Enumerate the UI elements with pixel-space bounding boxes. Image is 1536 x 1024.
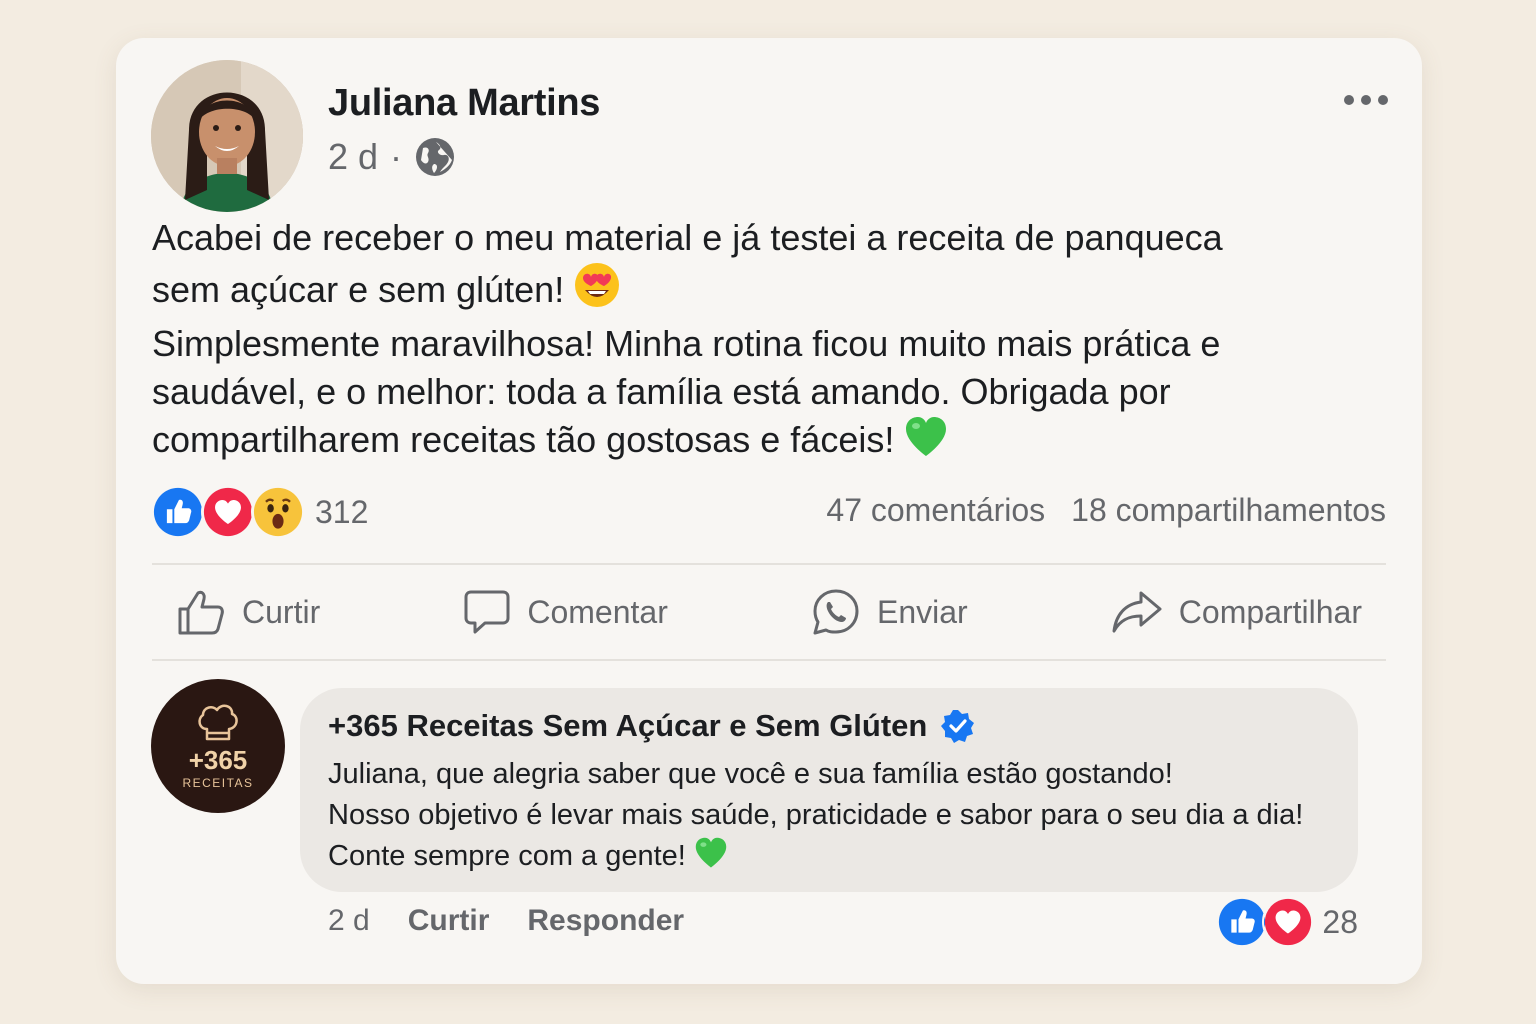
author-photo (151, 60, 303, 212)
post-line: sem açúcar e sem glúten! (152, 269, 565, 310)
share-arrow-icon (1112, 591, 1162, 633)
meta-separator: · (390, 136, 403, 177)
comment-author-row: +365 Receitas Sem Açúcar e Sem Glúten (328, 708, 975, 744)
speech-bubble-icon (464, 590, 510, 634)
reaction-count: 312 (315, 493, 369, 530)
post-line: Acabei de receber o meu material e já te… (152, 217, 1223, 258)
comment-bubble: +365 Receitas Sem Açúcar e Sem Glúten Ju… (300, 688, 1358, 892)
share-label: Compartilhar (1178, 593, 1362, 630)
post-card: Juliana Martins 2 d · Acabei de receber … (116, 38, 1422, 984)
page-avatar-number: +365 (188, 744, 248, 775)
comment-label: Comentar (527, 593, 668, 630)
thumbs-up-icon (178, 590, 224, 635)
like-button[interactable]: Curtir (152, 587, 344, 637)
like-reaction-icon (151, 485, 205, 539)
more-options-icon[interactable] (1344, 90, 1388, 110)
whatsapp-icon (813, 589, 859, 635)
comment-button[interactable]: Comentar (439, 588, 692, 636)
like-reaction-icon (1216, 896, 1269, 948)
share-button[interactable]: Compartilhar (1087, 589, 1386, 635)
comment-reaction-count: 28 (1322, 903, 1358, 940)
comment-line-with-emoji: Conte sempre com a gente! (328, 836, 1303, 881)
divider (152, 659, 1386, 661)
page-avatar[interactable]: +365 RECEITAS (151, 679, 285, 813)
divider (152, 563, 1386, 565)
post-stats: 47 comentários 18 compartilhamentos (826, 492, 1386, 529)
post-meta: 2 d · (328, 136, 456, 178)
wow-reaction-icon (251, 485, 305, 539)
post-time[interactable]: 2 d (328, 136, 378, 178)
love-reaction-icon (1262, 896, 1315, 948)
green-heart-icon (694, 837, 728, 881)
send-button[interactable]: Enviar (787, 587, 992, 637)
comment-line: Nosso objetivo é levar mais saúde, prati… (328, 799, 1304, 831)
shares-count[interactable]: 18 compartilhamentos (1071, 492, 1386, 529)
post-line: compartilharem receitas tão gostosas e f… (152, 419, 895, 460)
page-name[interactable]: +365 Receitas Sem Açúcar e Sem Glúten (328, 708, 927, 744)
verified-badge-icon (941, 710, 975, 743)
action-bar: Curtir Comentar Enviar Compartilhar (152, 568, 1386, 656)
comment-line: Juliana, que alegria saber que você e su… (328, 758, 1173, 790)
reaction-summary[interactable]: 312 (151, 484, 368, 540)
comment-like-button[interactable]: Curtir (408, 904, 490, 938)
comments-count[interactable]: 47 comentários (826, 492, 1045, 529)
love-reaction-icon (201, 485, 255, 539)
post-line: saudável, e o melhor: toda a família est… (152, 371, 1171, 412)
comment-actions: 2 d Curtir Responder (328, 904, 684, 938)
green-heart-icon (904, 416, 948, 470)
comment-line: Conte sempre com a gente! (328, 840, 686, 872)
page-avatar-label: RECEITAS (182, 775, 254, 790)
comment-text: Juliana, que alegria saber que você e su… (328, 754, 1303, 881)
chef-hat-icon (198, 704, 238, 740)
post-line: Simplesmente maravilhosa! Minha rotina f… (152, 323, 1221, 364)
comment-reaction-summary[interactable]: 28 (1216, 896, 1358, 948)
heart-eyes-emoji-icon (574, 262, 620, 320)
comment-time[interactable]: 2 d (328, 904, 370, 938)
post-text: Acabei de receber o meu material e já te… (152, 214, 1382, 470)
like-label: Curtir (242, 593, 321, 630)
comment-reply-button[interactable]: Responder (527, 904, 684, 938)
globe-icon (416, 138, 455, 176)
post-line-with-emoji: sem açúcar e sem glúten! (152, 262, 1382, 320)
author-avatar[interactable] (151, 60, 303, 212)
author-name[interactable]: Juliana Martins (328, 82, 600, 125)
send-label: Enviar (876, 593, 968, 630)
post-line-with-emoji: compartilharem receitas tão gostosas e f… (152, 416, 1382, 470)
